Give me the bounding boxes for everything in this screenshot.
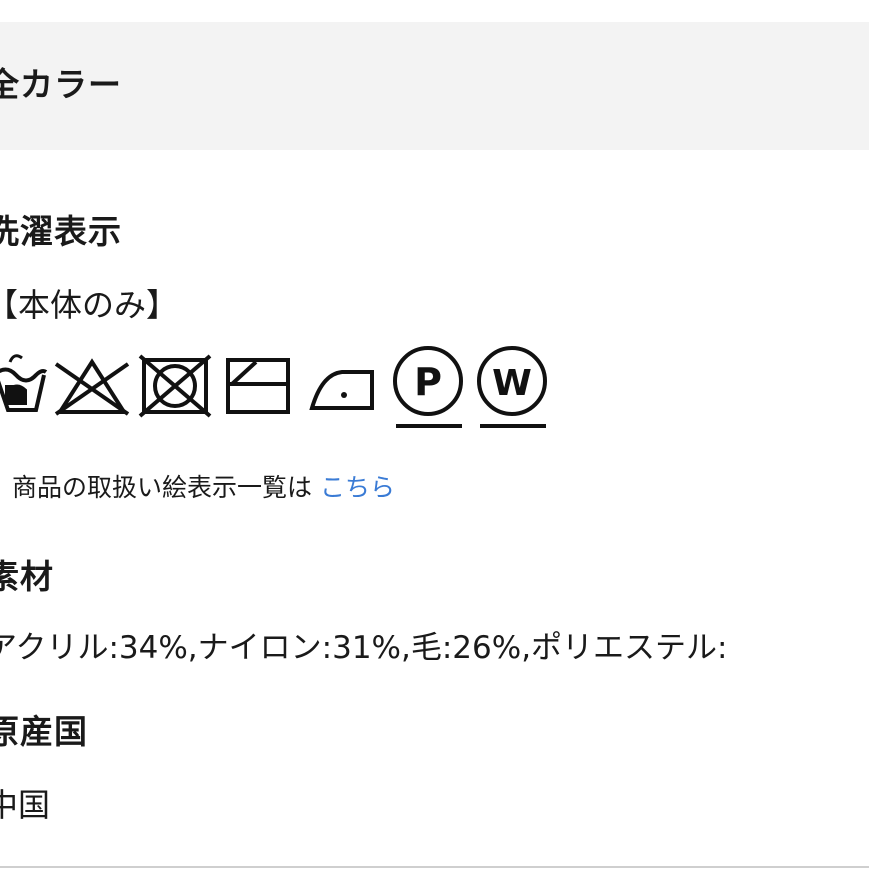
- care-symbol-note-text: 商品の取扱い絵表示一覧は: [12, 473, 313, 502]
- low-iron-icon: [309, 370, 374, 410]
- care-symbols-svg: P W: [0, 346, 547, 428]
- dry-clean-p-icon: P: [393, 346, 463, 428]
- no-tumble-dry-icon: [138, 354, 212, 418]
- bottom-divider: [0, 866, 869, 868]
- color-section-bar: [0, 22, 869, 150]
- wet-clean-w-letter: W: [492, 363, 532, 404]
- care-symbol-list-link[interactable]: こちら: [320, 473, 395, 502]
- color-section-title: 全カラー: [0, 65, 122, 104]
- care-symbol-note: 商品の取扱い絵表示一覧は こちら: [12, 468, 395, 504]
- hand-wash-icon: [0, 354, 48, 412]
- care-symbols-row: P W: [0, 340, 869, 440]
- product-detail-page: 全カラー 洗濯表示 【本体のみ】 P W 商品の取扱い絵表示一覧は こちら 素材…: [0, 0, 869, 869]
- wet-clean-w-icon: W: [477, 346, 547, 428]
- laundry-scope-label: 【本体のみ】: [0, 286, 179, 324]
- shade-line-dry-icon: [226, 358, 290, 414]
- origin-value: 中国: [0, 786, 51, 824]
- dry-clean-p-letter: P: [414, 360, 442, 404]
- no-bleach-icon: [54, 358, 130, 416]
- origin-heading: 原産国: [0, 712, 88, 751]
- laundry-heading: 洗濯表示: [0, 212, 122, 251]
- material-value: アクリル:34%,ナイロン:31%,毛:26%,ポリエステル:: [0, 630, 728, 666]
- material-heading: 素材: [0, 557, 54, 596]
